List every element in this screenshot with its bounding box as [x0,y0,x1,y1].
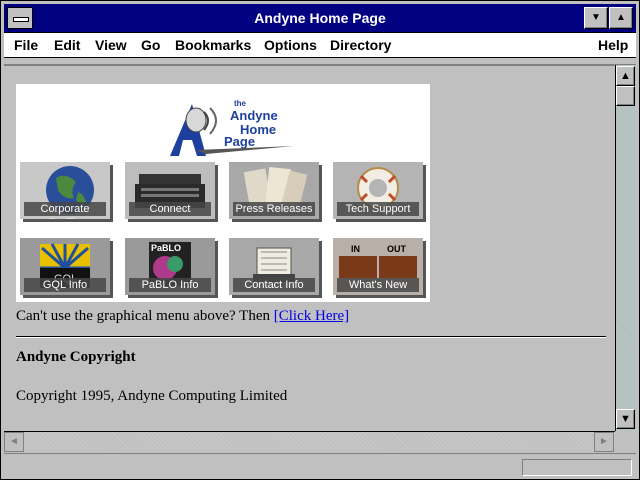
tile-tech-support[interactable]: Tech Support [333,162,423,219]
tile-label: Press Releases [233,202,315,216]
copyright-heading: Andyne Copyright [16,349,136,365]
tile-label: PaBLO Info [129,278,211,292]
tile-press-releases[interactable]: Press Releases [229,162,319,219]
svg-text:Page: Page [224,134,255,149]
tile-gql-info[interactable]: GQL GQL Info [20,238,110,295]
arrow-left-icon: ◄ [9,436,19,447]
svg-text:the: the [234,99,247,108]
tile-label: Contact Info [233,278,315,292]
scroll-thumb[interactable] [616,86,635,106]
scroll-right-button[interactable]: ► [594,432,614,452]
graphical-menu: the Andyne Home Page Corporate Profile [16,84,430,302]
tile-whats-new[interactable]: IN OUT What's New [333,238,423,295]
window-title: Andyne Home Page [254,10,386,26]
menu-bar: File Edit View Go Bookmarks Options Dire… [4,33,636,58]
tile-label: Connect [129,202,211,216]
menu-go[interactable]: Go [141,37,160,53]
scroll-left-button[interactable]: ◄ [4,432,24,452]
menu-file[interactable]: File [14,37,38,53]
arrow-right-icon: ► [599,436,609,447]
toolbar-strip [4,58,636,65]
andyne-logo: the Andyne Home Page [170,99,294,156]
document-view: the Andyne Home Page Corporate Profile [4,65,614,432]
arrow-up-icon: ▲ [620,70,631,82]
menu-edit[interactable]: Edit [54,37,80,53]
tile-label: Tech Support [337,202,419,216]
scroll-up-button[interactable]: ▲ [616,66,635,86]
tile-corporate-profile[interactable]: Corporate Profile [20,162,110,219]
tile-label: What's New [337,278,419,292]
menu-help[interactable]: Help [598,37,628,53]
tile-label: GQL Info [24,278,106,292]
svg-text:IN: IN [351,244,360,254]
menu-view[interactable]: View [95,37,127,53]
horizontal-scrollbar[interactable]: ◄ ► [4,431,615,452]
menu-bookmarks[interactable]: Bookmarks [175,37,251,53]
progress-field [522,459,632,476]
menu-directory[interactable]: Directory [330,37,391,53]
triangle-up-icon: ▲ [616,12,626,23]
click-here-link[interactable]: [Click Here] [274,308,349,324]
svg-text:Andyne: Andyne [230,108,278,123]
svg-text:PaBLO: PaBLO [151,243,181,253]
minimize-button[interactable]: ▼ [584,7,608,29]
status-bar [4,453,636,478]
arrow-down-icon: ▼ [620,413,631,425]
fallback-text: Can't use the graphical menu above? Then [16,308,274,324]
triangle-down-icon: ▼ [591,12,601,23]
tile-connect[interactable]: Connect [125,162,215,219]
tile-label: Corporate Profile [24,202,106,219]
copyright-text: Copyright 1995, Andyne Computing Limited [16,388,288,404]
menu-options[interactable]: Options [264,37,317,53]
fallback-line: Can't use the graphical menu above? Then… [16,308,349,325]
svg-text:OUT: OUT [387,244,407,254]
browser-window: Andyne Home Page ▼ ▲ File Edit View Go B… [0,0,640,480]
maximize-button[interactable]: ▲ [609,7,633,29]
horizontal-rule [16,336,606,338]
title-bar[interactable]: Andyne Home Page ▼ ▲ [4,4,636,33]
tile-contact-info[interactable]: Contact Info [229,238,319,295]
vertical-scrollbar[interactable]: ▲ ▼ [615,65,636,431]
scroll-down-button[interactable]: ▼ [616,409,635,429]
tile-pablo-info[interactable]: PaBLO PaBLO Info [125,238,215,295]
